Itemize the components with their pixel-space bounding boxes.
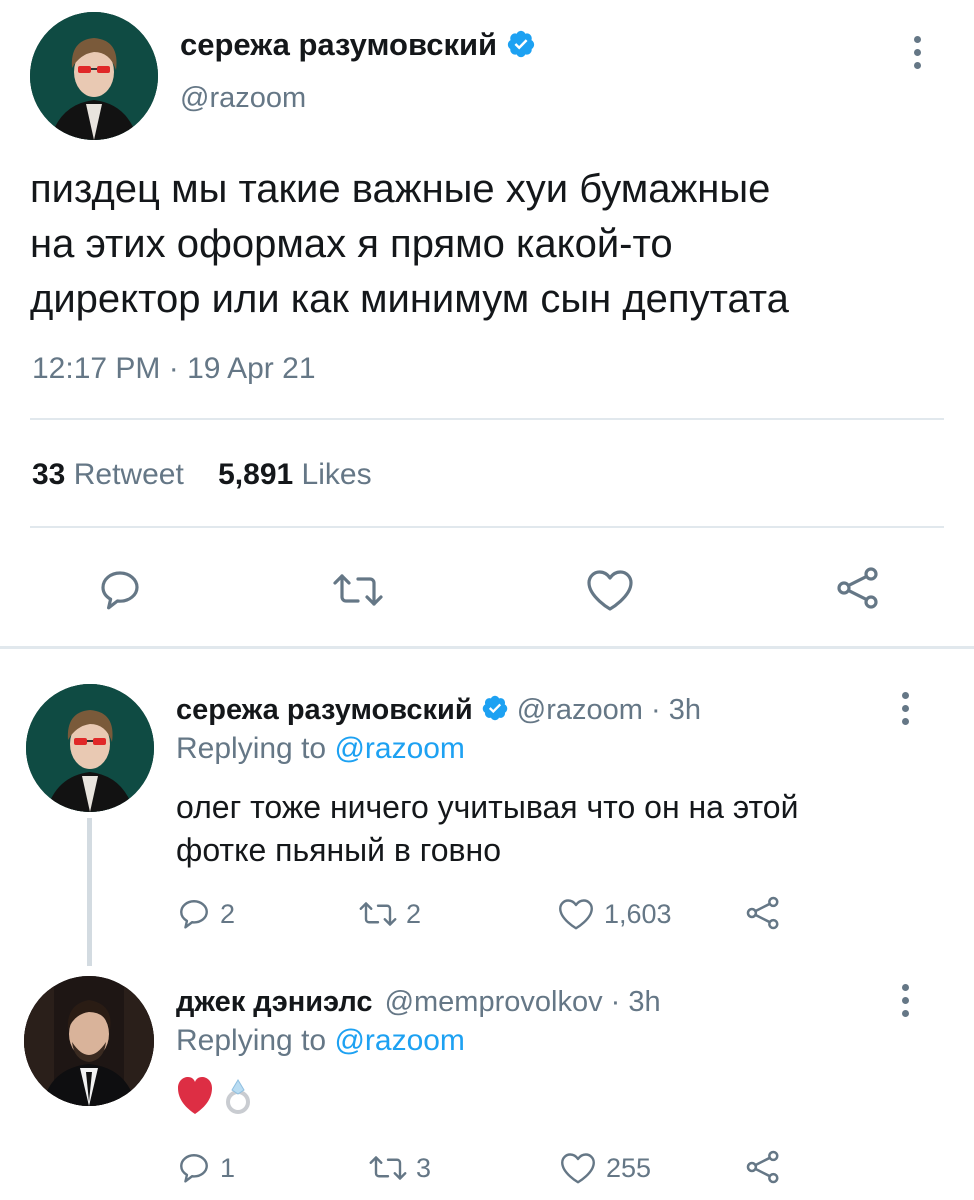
more-options-icon[interactable] (902, 692, 909, 725)
reply-icon (101, 571, 139, 610)
reply-text-line: фотке пьяный в говно (176, 832, 502, 868)
replying-handle-link[interactable]: @razoom (334, 1024, 465, 1057)
reply-emoji-text: ❤️💍 (176, 1074, 256, 1118)
reply-header: сережа разумовский @razoom · 3h (176, 692, 701, 728)
heart-icon (559, 899, 593, 930)
heart-icon (587, 570, 633, 611)
replying-prefix: Replying to (176, 1024, 327, 1057)
reply-author-avatar[interactable] (26, 684, 154, 812)
reply-button[interactable]: 1 (176, 1150, 235, 1186)
reply-count: 2 (220, 898, 236, 929)
verified-badge-icon (507, 30, 534, 57)
retweet-count: 33 (32, 458, 66, 491)
divider (30, 418, 944, 420)
reply-icon (180, 1154, 208, 1183)
retweet-label: Retweet (73, 458, 184, 491)
heart-icon (561, 1153, 595, 1184)
share-button[interactable] (744, 1148, 782, 1186)
reply-text-line: олег тоже ничего учитывая что он на этой (176, 789, 799, 825)
tweet-timestamp[interactable]: 12:17 PM · 19 Apr 21 (32, 352, 316, 386)
like-label: Likes (301, 458, 372, 491)
more-options-icon[interactable] (914, 36, 921, 69)
tweet-text-line: пиздец мы такие важные хуи бумажные (30, 167, 771, 211)
author-name[interactable]: сережа разумовский (180, 27, 536, 63)
reply-handle-time: @razoom · 3h (516, 694, 701, 726)
like-button[interactable]: 255 (558, 1150, 651, 1186)
reply-header: джек дэниэлс @memprovolkov · 3h (176, 984, 661, 1020)
author-avatar[interactable] (30, 12, 158, 140)
author-name-text: сережа разумовский (180, 27, 498, 62)
share-button[interactable] (834, 564, 882, 612)
retweet-stat[interactable]: 33 Retweet (32, 458, 192, 491)
reply-icon (180, 900, 208, 929)
tweet-text-line: на этих оформах я прямо какой-то (30, 222, 673, 266)
author-handle[interactable]: @razoom (180, 82, 306, 115)
retweet-count: 2 (406, 898, 422, 929)
replying-to: Replying to @razoom (176, 1024, 465, 1058)
share-icon (746, 1150, 779, 1184)
like-count: 255 (606, 1152, 652, 1183)
retweet-icon (333, 574, 383, 606)
replying-handle-link[interactable]: @razoom (334, 732, 465, 765)
verified-badge-icon (482, 696, 507, 721)
like-button[interactable]: 1,603 (556, 896, 672, 932)
avatar-image (30, 12, 158, 140)
reply-text: олег тоже ничего учитывая что он на этой… (176, 786, 798, 872)
reply-handle-time: @memprovolkov · 3h (384, 986, 661, 1018)
replying-prefix: Replying to (176, 732, 327, 765)
like-stat[interactable]: 5,891 Likes (218, 458, 371, 491)
share-icon (837, 567, 878, 609)
divider (30, 526, 944, 528)
retweet-icon (369, 1156, 407, 1180)
retweet-button[interactable]: 2 (356, 896, 421, 932)
reply-button[interactable] (96, 566, 144, 614)
more-options-icon[interactable] (902, 984, 909, 1017)
like-count: 5,891 (218, 458, 294, 491)
engagement-stats: 33 Retweet 5,891 Likes (32, 458, 372, 492)
avatar-image (26, 684, 154, 812)
avatar-image (24, 976, 154, 1106)
retweet-button[interactable] (330, 566, 386, 614)
section-divider (0, 646, 974, 649)
thread-connector (87, 818, 92, 966)
share-icon (746, 896, 779, 930)
reply-author-name[interactable]: сережа разумовский (176, 694, 473, 726)
like-button[interactable] (584, 566, 636, 614)
replying-to: Replying to @razoom (176, 732, 465, 766)
reply-author-name[interactable]: джек дэниэлс (176, 986, 373, 1018)
retweet-count: 3 (416, 1152, 432, 1183)
reply-author-avatar[interactable] (24, 976, 154, 1106)
heart-ring-emoji-icon (178, 1077, 250, 1114)
like-count: 1,603 (604, 898, 672, 929)
reply-count: 1 (220, 1152, 236, 1183)
retweet-button[interactable]: 3 (366, 1150, 431, 1186)
tweet-text: пиздец мы такие важные хуи бумажные на э… (30, 162, 789, 327)
reply-button[interactable]: 2 (176, 896, 235, 932)
retweet-icon (359, 902, 397, 926)
share-button[interactable] (744, 894, 782, 932)
tweet-text-line: директор или как минимум сын депутата (30, 277, 789, 321)
